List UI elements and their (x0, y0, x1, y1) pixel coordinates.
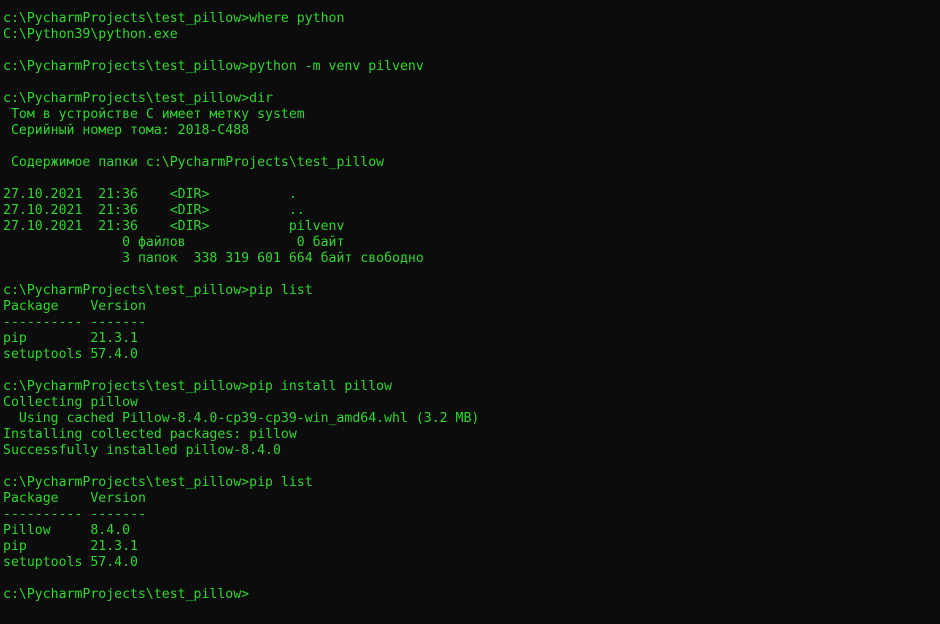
output-line: Содержимое папки c:\PycharmProjects\test… (3, 155, 385, 170)
output-line: Collecting pillow (3, 395, 138, 410)
output-line: pip 21.3.1 (3, 539, 138, 554)
output-line: 3 папок 338 319 601 664 байт свободно (3, 251, 424, 266)
output-line: Package Version (3, 299, 146, 314)
terminal-window[interactable]: c:\PycharmProjects\test_pillow>where pyt… (0, 0, 940, 624)
output-line: 27.10.2021 21:36 <DIR> .. (3, 203, 305, 218)
output-line: 27.10.2021 21:36 <DIR> . (3, 187, 297, 202)
command-prompt-line[interactable]: c:\PycharmProjects\test_pillow> (3, 587, 479, 603)
terminal-output: c:\PycharmProjects\test_pillow>where pyt… (3, 11, 479, 603)
output-line: 27.10.2021 21:36 <DIR> pilvenv (3, 219, 345, 234)
command-line: c:\PycharmProjects\test_pillow>dir (3, 91, 273, 106)
command-line: c:\PycharmProjects\test_pillow>where pyt… (3, 11, 345, 26)
output-line: Серийный номер тома: 2018-C488 (3, 123, 250, 138)
output-line: C:\Python39\python.exe (3, 27, 178, 42)
command-line: c:\PycharmProjects\test_pillow>pip insta… (3, 379, 393, 394)
output-line: Том в устройстве C имеет метку system (3, 107, 305, 122)
command-line: c:\PycharmProjects\test_pillow>pip list (3, 283, 313, 298)
output-line: Package Version (3, 491, 146, 506)
command-line: c:\PycharmProjects\test_pillow>pip list (3, 475, 313, 490)
output-line: Successfully installed pillow-8.4.0 (3, 443, 281, 458)
output-line: pip 21.3.1 (3, 331, 138, 346)
output-line: Pillow 8.4.0 (3, 523, 131, 538)
output-line: ---------- ------- (3, 507, 146, 522)
output-line: 0 файлов 0 байт (3, 235, 345, 250)
command-line: c:\PycharmProjects\test_pillow>python -m… (3, 59, 424, 74)
output-line: Using cached Pillow-8.4.0-cp39-cp39-win_… (3, 411, 480, 426)
output-line: setuptools 57.4.0 (3, 347, 138, 362)
output-line: ---------- ------- (3, 315, 146, 330)
output-line: setuptools 57.4.0 (3, 555, 138, 570)
output-line: Installing collected packages: pillow (3, 427, 297, 442)
